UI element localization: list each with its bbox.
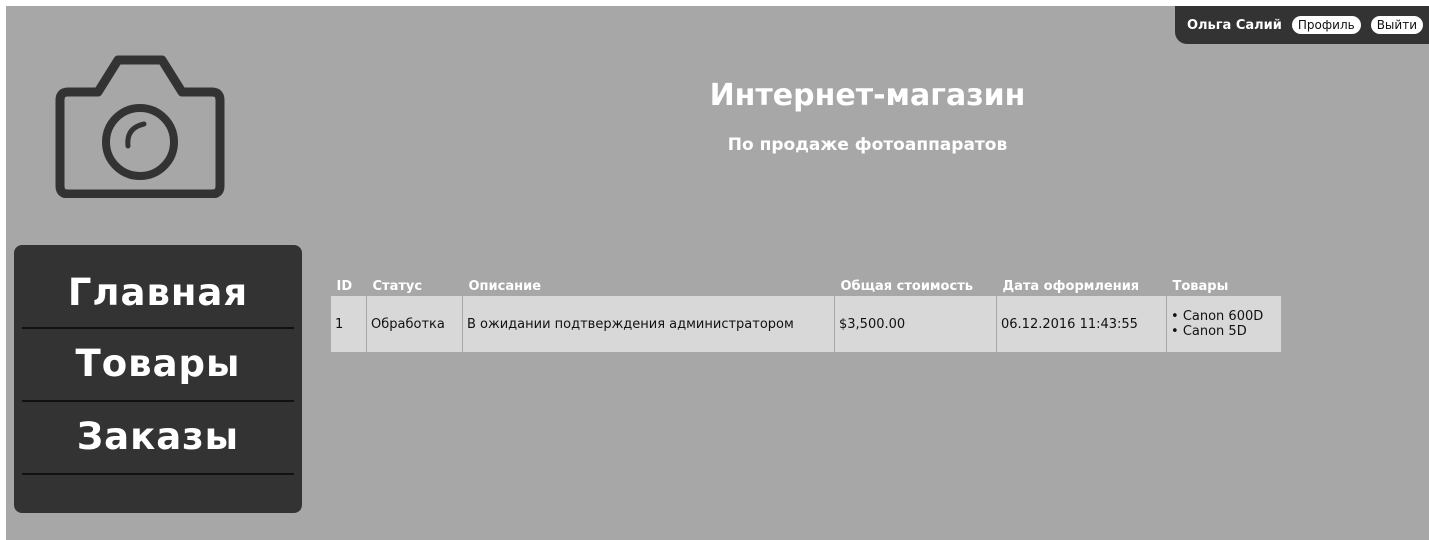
table-row: 1 Обработка В ожидании подтверждения адм… (330, 296, 1281, 352)
column-header-total: Общая стоимость (840, 279, 973, 294)
nav-item-products[interactable]: Товары (22, 329, 294, 402)
nav-item-home[interactable]: Главная (22, 245, 294, 329)
cell-date: 06.12.2016 11:43:55 (996, 296, 1167, 352)
column-header-items: Товары (1172, 279, 1229, 294)
nav-item-orders[interactable]: Заказы (22, 402, 294, 475)
column-header-date: Дата оформления (1002, 279, 1140, 294)
list-item: Canon 600D (1171, 309, 1277, 324)
page: Ольга Салий Профиль Выйти Интернет-магаз… (6, 6, 1429, 540)
page-subtitle: По продаже фотоаппаратов (727, 135, 1008, 155)
camera-icon (55, 55, 225, 198)
logout-button[interactable]: Выйти (1370, 16, 1423, 34)
column-header-description: Описание (468, 279, 542, 294)
user-name: Ольга Салий (1186, 17, 1282, 33)
cell-items: Canon 600D Canon 5D (1166, 296, 1281, 352)
user-bar: Ольга Салий Профиль Выйти (1174, 6, 1429, 44)
product-list: Canon 600D Canon 5D (1171, 309, 1277, 339)
orders-table: ID Статус Описание Общая стоимость Дата … (330, 252, 1281, 352)
table-header-row: ID Статус Описание Общая стоимость Дата … (331, 252, 1281, 296)
cell-total: $3,500.00 (834, 296, 997, 352)
cell-id: 1 (330, 296, 367, 352)
cell-description: В ожидании подтверждения администратором (462, 296, 835, 352)
page-title: Интернет-магазин (709, 78, 1026, 113)
cell-status: Обработка (366, 296, 463, 352)
header: Интернет-магазин По продаже фотоаппарато… (306, 78, 1429, 155)
list-item: Canon 5D (1171, 324, 1277, 339)
profile-button[interactable]: Профиль (1291, 16, 1361, 34)
main-menu: Главная Товары Заказы (14, 245, 302, 513)
column-header-id: ID (336, 279, 353, 294)
column-header-status: Статус (372, 279, 423, 294)
